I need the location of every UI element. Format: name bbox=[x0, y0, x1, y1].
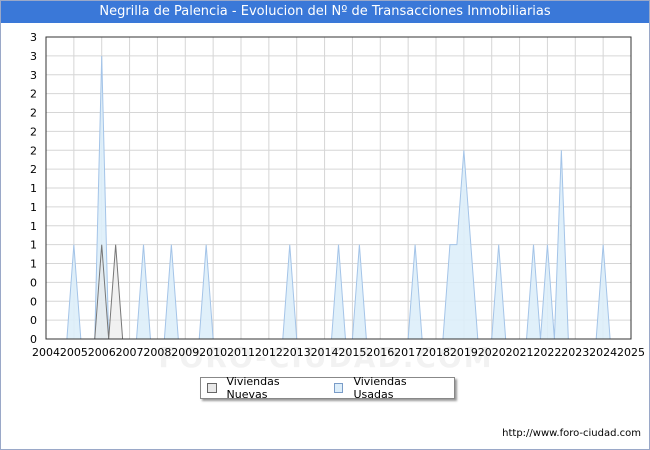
y-tick-label: 2 bbox=[30, 107, 37, 120]
y-tick-label: 3 bbox=[30, 50, 37, 63]
watermark: FORO-CIUDAD.COM bbox=[158, 341, 494, 374]
y-tick-label: 0 bbox=[30, 276, 37, 289]
legend-label-nuevas: Viviendas Nuevas bbox=[226, 375, 280, 401]
y-tick-label: 2 bbox=[30, 88, 37, 101]
y-tick-label: 0 bbox=[30, 314, 37, 327]
legend-swatch-nuevas bbox=[207, 383, 217, 393]
x-tick-label: 2005 bbox=[60, 346, 88, 359]
y-tick-label: 2 bbox=[30, 125, 37, 138]
y-tick-label: 1 bbox=[30, 258, 37, 271]
y-tick-label: 2 bbox=[30, 163, 37, 176]
y-tick-label: 1 bbox=[30, 220, 37, 233]
y-tick-label: 3 bbox=[30, 69, 37, 82]
x-tick-label: 2024 bbox=[589, 346, 617, 359]
x-tick-label: 2021 bbox=[506, 346, 534, 359]
y-tick-label: 0 bbox=[30, 333, 37, 346]
y-tick-label: 1 bbox=[30, 239, 37, 252]
x-tick-label: 2022 bbox=[533, 346, 561, 359]
y-tick-label: 1 bbox=[30, 182, 37, 195]
legend: Viviendas Nuevas Viviendas Usadas bbox=[200, 375, 455, 401]
y-tick-label: 0 bbox=[30, 295, 37, 308]
y-tick-label: 1 bbox=[30, 201, 37, 214]
legend-item-usadas: Viviendas Usadas bbox=[333, 375, 444, 401]
x-tick-label: 2006 bbox=[88, 346, 116, 359]
chart-frame: Negrilla de Palencia - Evolucion del Nº … bbox=[0, 0, 650, 450]
x-tick-label: 2007 bbox=[116, 346, 144, 359]
y-tick-label: 3 bbox=[30, 31, 37, 44]
x-tick-label: 2023 bbox=[561, 346, 589, 359]
x-tick-label: 2004 bbox=[32, 346, 60, 359]
x-tick-label: 2025 bbox=[617, 346, 645, 359]
legend-swatch-usadas bbox=[333, 383, 344, 393]
legend-item-nuevas: Viviendas Nuevas bbox=[207, 375, 318, 401]
legend-label-usadas: Viviendas Usadas bbox=[353, 375, 407, 401]
footer-url[interactable]: http://www.foro-ciudad.com bbox=[502, 428, 641, 439]
y-tick-label: 2 bbox=[30, 144, 37, 157]
